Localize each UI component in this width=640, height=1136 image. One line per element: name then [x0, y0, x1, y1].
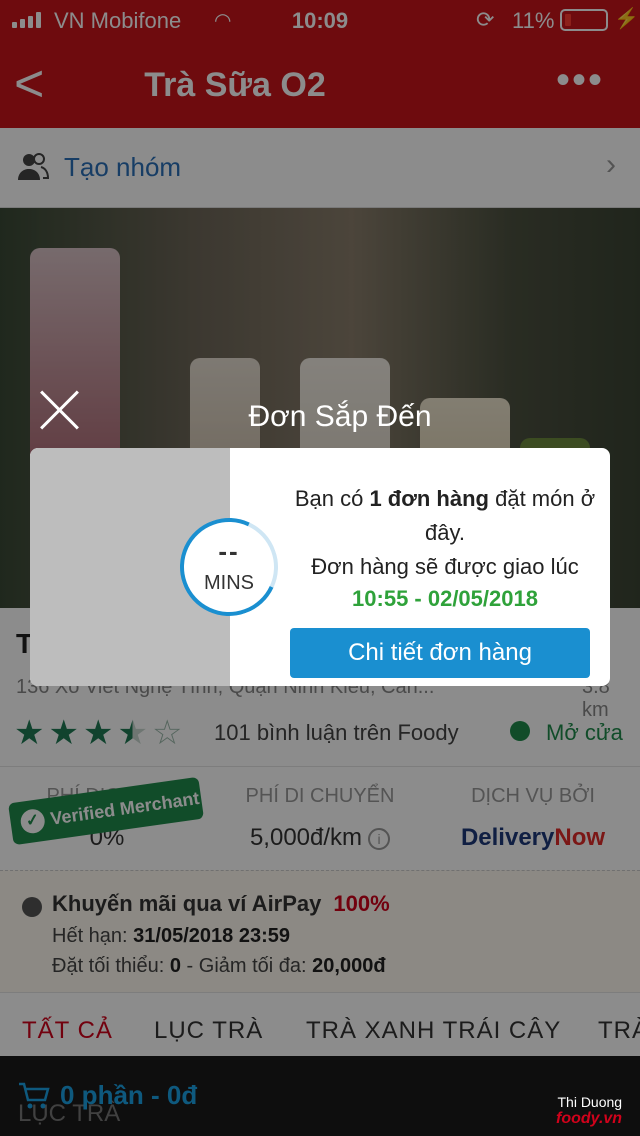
order-details-button[interactable]: Chi tiết đơn hàng — [290, 628, 590, 678]
delivery-time: 10:55 - 02/05/2018 — [352, 586, 538, 611]
modal-title: Đơn Sắp Đến — [248, 400, 432, 433]
photo-watermark: Thi Duong foody.vn — [556, 1094, 623, 1127]
upcoming-order-modal: Bạn có 1 đơn hàng đặt món ở đây. Đơn hàng… — [30, 448, 610, 686]
order-message: Bạn có 1 đơn hàng đặt món ở đây. Đơn hàng… — [294, 486, 596, 579]
timer-unit: MINS — [204, 572, 254, 594]
delivery-note: Đơn hàng sẽ được giao lúc — [311, 554, 579, 579]
timer-value: -- — [218, 536, 240, 566]
eta-timer: -- MINS — [166, 504, 292, 630]
